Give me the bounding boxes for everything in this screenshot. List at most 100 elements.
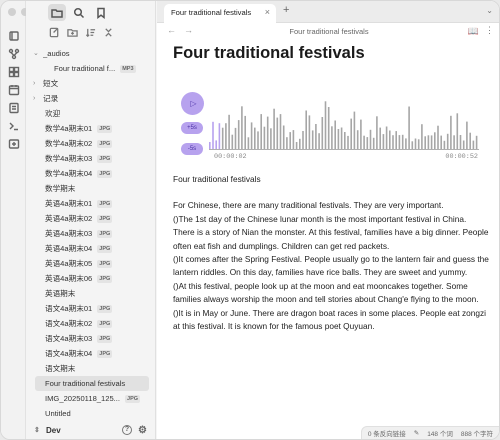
waveform-bar bbox=[279, 114, 282, 150]
waveform-bar bbox=[324, 101, 327, 150]
canvas-icon[interactable] bbox=[7, 65, 20, 78]
waveform-bar bbox=[331, 126, 333, 150]
bookmark-icon bbox=[97, 7, 105, 19]
waveform-bar bbox=[417, 139, 420, 150]
new-tab-button[interactable]: + bbox=[283, 4, 289, 16]
close-icon[interactable]: × bbox=[265, 4, 270, 21]
file-item[interactable]: 语文4a期末03 JPG bbox=[26, 331, 155, 346]
graph-view-icon[interactable] bbox=[7, 47, 20, 60]
collapse-all-icon[interactable] bbox=[103, 27, 114, 38]
waveform[interactable] bbox=[209, 92, 479, 150]
reading-view-icon[interactable]: 📖 bbox=[468, 26, 479, 37]
file-item[interactable]: 英语4a期末03 JPG bbox=[26, 226, 155, 241]
templates-icon[interactable] bbox=[7, 101, 20, 114]
waveform-bar bbox=[263, 126, 266, 150]
paragraph: ()At this festival, people look up at th… bbox=[173, 280, 479, 305]
waveform-bar bbox=[398, 135, 401, 150]
help-icon[interactable]: ? bbox=[122, 425, 132, 435]
note-body[interactable]: Four traditional festivals For Chinese, … bbox=[173, 173, 489, 333]
play-button[interactable]: ▷ bbox=[181, 92, 204, 115]
file-item[interactable]: 英语期末 bbox=[26, 286, 155, 301]
waveform-bar bbox=[260, 114, 262, 150]
bookmarks-tab-button[interactable] bbox=[92, 4, 110, 21]
sort-icon[interactable] bbox=[85, 27, 96, 38]
file-extension-badge: JPG bbox=[125, 394, 141, 403]
new-note-icon[interactable] bbox=[49, 27, 60, 38]
skip-forward-button[interactable]: +5s bbox=[181, 122, 203, 134]
file-extension-badge: JPG bbox=[97, 334, 113, 343]
audio-recorder-icon[interactable] bbox=[7, 137, 20, 150]
ribbon bbox=[1, 1, 42, 439]
ribbon-canvas-icon[interactable] bbox=[7, 29, 20, 42]
tree-item-label: 英语4a期末04 bbox=[45, 244, 93, 253]
vault-switcher[interactable]: ⇕ Dev ? ⚙ bbox=[26, 419, 156, 439]
gear-icon[interactable]: ⚙ bbox=[138, 425, 147, 436]
paragraph: ()The 1st day of the Chinese lunar month… bbox=[173, 213, 489, 251]
waveform-bar bbox=[311, 130, 314, 150]
skip-back-button[interactable]: -5s bbox=[181, 143, 203, 155]
new-folder-icon[interactable] bbox=[67, 27, 78, 38]
file-item[interactable]: 欢迎 bbox=[26, 106, 155, 121]
view-header-title[interactable]: Four traditional festivals bbox=[157, 27, 499, 36]
waveform-bar bbox=[257, 131, 259, 150]
folder-item[interactable]: › 短文 bbox=[26, 76, 155, 91]
sidebar-tab-bar bbox=[48, 4, 110, 21]
tab-title: Four traditional festivals bbox=[171, 8, 252, 17]
file-explorer-sidebar: ⌄ _audios Four traditional f... MP3 › 短文 › 记录 欢迎… bbox=[26, 1, 180, 439]
file-item[interactable]: 英语4a期末05 JPG bbox=[26, 256, 155, 271]
close-window-button[interactable] bbox=[8, 8, 16, 16]
chevron-right-icon[interactable]: › bbox=[33, 76, 43, 91]
file-extension-badge: JPG bbox=[97, 139, 113, 148]
edit-icon[interactable]: ✎ bbox=[414, 429, 419, 437]
chevron-right-icon[interactable]: › bbox=[33, 91, 43, 106]
backlinks-count[interactable]: 0 条反向链接 bbox=[368, 428, 406, 438]
file-item[interactable]: 数学4a期末02 JPG bbox=[26, 136, 155, 151]
search-tab-button[interactable] bbox=[70, 4, 88, 21]
daily-notes-icon[interactable] bbox=[7, 83, 20, 96]
waveform-bar bbox=[392, 135, 394, 150]
file-item[interactable]: 数学4a期末04 JPG bbox=[26, 166, 155, 181]
file-item[interactable]: 语文期末 bbox=[26, 361, 155, 376]
chevron-down-icon[interactable]: ⌄ bbox=[33, 46, 43, 61]
tree-item-label: 数学4a期末03 bbox=[45, 154, 93, 163]
folder-item[interactable]: › 记录 bbox=[26, 91, 155, 106]
files-tab-button[interactable] bbox=[48, 4, 66, 21]
file-item[interactable]: 语文4a期末01 JPG bbox=[26, 301, 155, 316]
file-item[interactable]: 语文4a期末02 JPG bbox=[26, 316, 155, 331]
file-item[interactable]: 英语4a期末02 JPG bbox=[26, 211, 155, 226]
file-item[interactable]: 数学期末 bbox=[26, 181, 155, 196]
file-item[interactable]: 英语4a期末01 JPG bbox=[26, 196, 155, 211]
waveform-bar bbox=[414, 138, 417, 150]
file-item[interactable]: Four traditional f... MP3 bbox=[26, 61, 155, 76]
folder-item[interactable]: ⌄ _audios bbox=[26, 46, 155, 61]
file-item[interactable]: IMG_20250118_125... JPG bbox=[26, 391, 155, 406]
tree-item-label: 英语4a期末01 bbox=[45, 199, 93, 208]
file-item[interactable]: 数学4a期末01 JPG bbox=[26, 121, 155, 136]
waveform-bar bbox=[244, 115, 246, 150]
file-item[interactable]: 英语4a期末04 JPG bbox=[26, 241, 155, 256]
waveform-bar bbox=[273, 108, 275, 150]
tab-four-traditional-festivals[interactable]: Four traditional festivals × bbox=[164, 4, 276, 23]
waveform-bar bbox=[421, 124, 423, 150]
file-item[interactable]: Four traditional festivals bbox=[35, 376, 149, 391]
waveform-bar bbox=[408, 106, 410, 150]
more-options-icon[interactable]: ⋮ bbox=[485, 25, 494, 36]
waveform-bar bbox=[237, 120, 240, 150]
file-item[interactable]: 数学4a期末03 JPG bbox=[26, 151, 155, 166]
file-item[interactable]: 语文4a期末04 JPG bbox=[26, 346, 155, 361]
tree-item-label: 语文期末 bbox=[45, 364, 76, 373]
note-title[interactable]: Four traditional festivals bbox=[173, 44, 365, 63]
vault-name[interactable]: Dev bbox=[46, 426, 61, 435]
tab-list-chevron-icon[interactable]: ⌄ bbox=[486, 6, 493, 15]
waveform-bar bbox=[215, 140, 217, 150]
waveform-bar bbox=[289, 132, 291, 150]
file-item[interactable]: 英语4a期末06 JPG bbox=[26, 271, 155, 286]
waveform-bar bbox=[443, 140, 446, 150]
file-extension-badge: JPG bbox=[97, 259, 113, 268]
waveform-bar bbox=[469, 132, 471, 150]
terminal-icon[interactable] bbox=[7, 119, 20, 132]
tree-item-label: 英语4a期末06 bbox=[45, 274, 93, 283]
waveform-bar bbox=[334, 120, 336, 150]
waveform-bar bbox=[292, 130, 295, 150]
waveform-bar bbox=[308, 115, 311, 150]
